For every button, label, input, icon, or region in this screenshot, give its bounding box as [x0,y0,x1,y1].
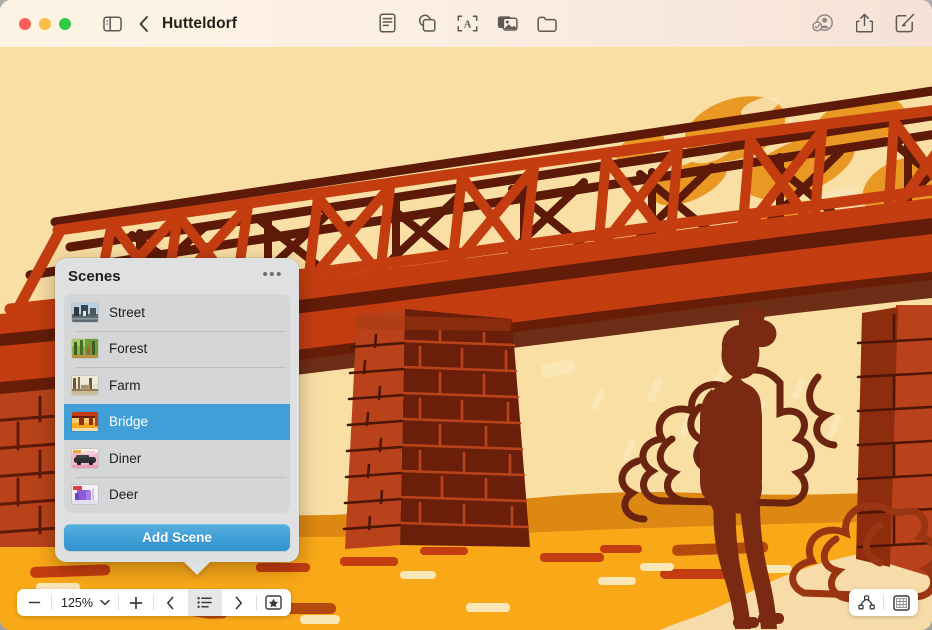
add-scene-button[interactable]: Add Scene [64,524,290,551]
document-icon [379,13,396,33]
media-icon [497,14,518,32]
highlight-button[interactable] [257,589,291,616]
app-window: Hutteldorf A [0,0,932,630]
text-box-button[interactable]: A [452,9,482,37]
chevron-right-icon [234,596,243,610]
zoom-out-button[interactable] [17,589,51,616]
scene-row-forest[interactable]: Forest [64,331,290,368]
back-chevron-icon [138,15,150,33]
zoom-in-button[interactable] [119,589,153,616]
scene-label: Diner [109,451,141,466]
folder-button[interactable] [532,9,562,37]
popover-tail [184,562,210,575]
folder-icon [537,15,557,32]
scene-label: Forest [109,341,147,356]
window-titlebar: Hutteldorf A [0,0,932,47]
compose-button[interactable] [890,9,920,37]
previous-page-button[interactable] [154,589,188,616]
more-options-button[interactable]: ••• [256,263,285,290]
zoom-button[interactable] [59,18,71,30]
scene-row-bridge[interactable]: Bridge [64,404,290,441]
plus-icon [129,596,143,610]
page-grid-icon [893,595,910,611]
list-icon [197,596,212,609]
svg-text:A: A [463,19,471,30]
bottom-right-controls [849,589,918,616]
share-button[interactable] [849,9,879,37]
scenes-popover-header: Scenes ••• [64,258,290,294]
compose-icon [895,13,915,33]
scene-row-diner[interactable]: Diner [64,440,290,477]
media-button[interactable] [492,9,522,37]
collaborate-button[interactable] [808,9,838,37]
close-button[interactable] [19,18,31,30]
back-button[interactable] [129,10,159,38]
farm-thumbnail [72,376,98,395]
zoom-level-value[interactable]: 125% [52,589,96,616]
forest-thumbnail [72,339,98,358]
document-button[interactable] [372,9,402,37]
scenes-list: Street Forest [64,294,290,513]
toolbar-right-group [808,9,920,37]
shapes-button[interactable] [412,9,442,37]
scene-row-street[interactable]: Street [64,294,290,331]
bridge-thumbnail [72,412,98,431]
sidebar-toggle-button[interactable] [97,10,127,38]
scene-row-farm[interactable]: Farm [64,367,290,404]
shapes-icon [417,13,437,33]
sidebar-icon [103,16,122,32]
page-title: Hutteldorf [162,15,237,33]
zoom-menu-button[interactable] [96,589,118,616]
street-thumbnail [72,303,98,322]
minimize-button[interactable] [39,18,51,30]
scene-label: Deer [109,487,138,502]
scene-label: Street [109,305,145,320]
traffic-lights [19,18,71,30]
presenter-notes-button[interactable] [849,589,883,616]
scenes-popover-title: Scenes [68,268,121,285]
scene-label: Farm [109,378,141,393]
deer-thumbnail [72,485,98,504]
collaborate-icon [812,13,834,33]
add-scene-label: Add Scene [142,530,212,545]
scene-row-deer[interactable]: Deer [64,477,290,514]
page-list-button[interactable] [188,589,222,616]
diner-thumbnail [72,449,98,468]
share-icon [856,13,873,33]
minus-icon [28,596,41,609]
star-box-icon [265,595,282,610]
text-box-icon: A [457,15,478,32]
scene-label: Bridge [109,414,148,429]
chevron-down-icon [100,599,110,606]
toolbar-center-group: A [372,9,562,37]
bottom-left-controls: 125% [17,589,291,616]
next-page-button[interactable] [222,589,256,616]
page-view-button[interactable] [884,589,918,616]
chevron-left-icon [166,596,175,610]
scenes-popover: Scenes ••• Street [55,258,299,562]
connections-icon [858,595,875,610]
